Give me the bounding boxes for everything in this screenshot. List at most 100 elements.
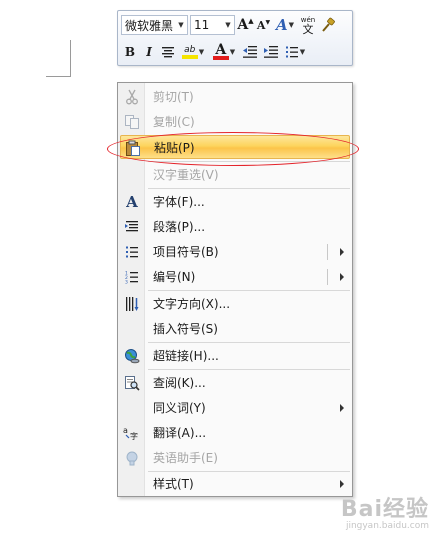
menu-item-numbering[interactable]: 123 编号(N) — [120, 265, 350, 289]
grow-font-icon: A — [237, 17, 249, 33]
menu-item-cut[interactable]: 剪切(T) — [120, 85, 350, 109]
menu-item-label: 超链接(H)... — [153, 349, 219, 363]
bullets-icon — [285, 46, 298, 58]
chevron-down-icon[interactable]: ▼ — [230, 48, 235, 56]
styles-button[interactable]: A ▼ — [273, 15, 297, 35]
chevron-down-icon[interactable]: ▼ — [300, 48, 305, 56]
font-size-value: 11 — [194, 18, 210, 32]
split-divider — [327, 269, 328, 285]
chevron-down-icon[interactable]: ▼ — [199, 48, 204, 56]
menu-item-copy[interactable]: 复制(C) — [120, 110, 350, 134]
highlighter-icon: ab — [184, 45, 196, 55]
menu-item-translate[interactable]: a字 翻译(A)... — [120, 421, 350, 445]
menu-item-paragraph[interactable]: 段落(P)... — [120, 215, 350, 239]
menu-item-paste[interactable]: 粘贴(P) — [120, 135, 350, 159]
bullets-toolbar-button[interactable]: ▼ — [282, 42, 308, 62]
lookup-icon — [123, 374, 141, 392]
bold-button[interactable]: B — [121, 42, 139, 62]
menu-item-font[interactable]: A 字体(F)... — [120, 190, 350, 214]
submenu-arrow-icon — [340, 480, 344, 488]
font-color-button[interactable]: A ▼ — [209, 42, 239, 62]
format-painter-icon — [322, 17, 335, 32]
copy-icon — [123, 113, 141, 131]
text-highlight-button[interactable]: ab ▼ — [178, 42, 208, 62]
menu-item-styles[interactable]: 样式(T) — [120, 472, 350, 496]
mini-toolbar-row-2: B I ab ▼ A ▼ ▼ — [121, 41, 309, 63]
page-corner-marker — [46, 40, 71, 77]
svg-text:a: a — [123, 426, 128, 435]
menu-item-lookup[interactable]: 查阅(K)... — [120, 371, 350, 395]
align-center-icon — [162, 47, 174, 58]
menu-item-label: 英语助手(E) — [153, 451, 218, 465]
menu-item-label: 编号(N) — [153, 270, 196, 284]
decrease-indent-button[interactable] — [240, 42, 260, 62]
phonetic-char: 文 — [302, 23, 314, 36]
format-painter-button[interactable] — [319, 15, 337, 35]
grow-font-button[interactable]: A ▲ — [237, 15, 254, 35]
numbering-icon: 123 — [123, 268, 141, 286]
bold-icon: B — [124, 45, 136, 59]
menu-item-reconvert[interactable]: 汉字重选(V) — [120, 163, 350, 187]
menu-item-label: 项目符号(B) — [153, 245, 219, 259]
menu-item-label: 复制(C) — [153, 115, 195, 129]
svg-text:字: 字 — [130, 431, 138, 441]
increase-indent-button[interactable] — [261, 42, 281, 62]
phonetic-guide-button[interactable]: wén 文 — [298, 15, 318, 35]
context-menu: 剪切(T) 复制(C) 粘贴(P) 汉字重选(V) A 字体(F)... 段落(… — [117, 82, 353, 497]
menu-item-label: 插入符号(S) — [153, 322, 218, 336]
menu-separator — [148, 188, 350, 189]
menu-item-english-assistant[interactable]: 英语助手(E) — [120, 446, 350, 470]
submenu-arrow-icon[interactable] — [340, 273, 344, 281]
menu-item-label: 文字方向(X)... — [153, 297, 231, 311]
menu-separator — [148, 369, 350, 370]
translate-icon: a字 — [123, 424, 141, 442]
text-direction-icon — [123, 295, 141, 313]
menu-item-synonyms[interactable]: 同义词(Y) — [120, 396, 350, 420]
menu-item-label: 查阅(K)... — [153, 376, 206, 390]
menu-item-label: 同义词(Y) — [153, 401, 206, 415]
menu-item-text-direction[interactable]: 文字方向(X)... — [120, 292, 350, 316]
bullets-icon — [123, 243, 141, 261]
submenu-arrow-icon[interactable] — [340, 248, 344, 256]
submenu-arrow-icon — [340, 404, 344, 412]
font-size-combo[interactable]: 11 ▼ — [190, 15, 235, 35]
italic-icon: I — [146, 45, 152, 59]
font-color-icon: A — [215, 42, 227, 58]
mini-toolbar: 微软雅黑 ▼ 11 ▼ A ▲ A ▼ A ▼ wén 文 B I ab ▼ A… — [117, 10, 353, 66]
scissors-icon — [123, 88, 141, 106]
shrink-font-icon: A — [256, 18, 266, 32]
menu-item-label: 汉字重选(V) — [153, 168, 219, 182]
decrease-indent-icon — [243, 46, 257, 58]
globe-link-icon — [123, 347, 141, 365]
center-align-button[interactable] — [159, 42, 177, 62]
increase-indent-icon — [264, 46, 278, 58]
shrink-font-button[interactable]: A ▼ — [255, 15, 272, 35]
watermark-url: jingyan.baidu.com — [345, 521, 429, 531]
chevron-down-icon[interactable]: ▼ — [222, 16, 234, 34]
menu-separator — [148, 342, 350, 343]
font-icon: A — [126, 193, 138, 211]
menu-item-bullets[interactable]: 项目符号(B) — [120, 240, 350, 264]
menu-item-label: 剪切(T) — [153, 90, 194, 104]
assistant-icon — [123, 449, 141, 467]
menu-item-hyperlink[interactable]: 超链接(H)... — [120, 344, 350, 368]
menu-item-label: 字体(F)... — [153, 195, 205, 209]
styles-icon: A — [275, 16, 288, 34]
menu-separator — [148, 290, 350, 291]
italic-button[interactable]: I — [140, 42, 158, 62]
clipboard-paste-icon — [124, 139, 142, 157]
split-divider — [327, 244, 328, 260]
paragraph-icon — [123, 218, 141, 236]
menu-item-label: 翻译(A)... — [153, 426, 207, 440]
menu-item-label: 段落(P)... — [153, 220, 206, 234]
watermark-logo: Bai经验 — [340, 497, 429, 522]
font-name-combo[interactable]: 微软雅黑 ▼ — [121, 15, 188, 35]
watermark: Bai经验 jingyan.baidu.com — [341, 491, 429, 531]
menu-item-label: 样式(T) — [153, 477, 194, 491]
svg-text:3: 3 — [125, 280, 128, 285]
menu-item-insert-symbol[interactable]: 插入符号(S) — [120, 317, 350, 341]
chevron-down-icon[interactable]: ▼ — [175, 16, 187, 34]
menu-separator — [148, 161, 350, 162]
menu-item-label: 粘贴(P) — [154, 141, 195, 155]
font-name-value: 微软雅黑 — [125, 18, 174, 33]
